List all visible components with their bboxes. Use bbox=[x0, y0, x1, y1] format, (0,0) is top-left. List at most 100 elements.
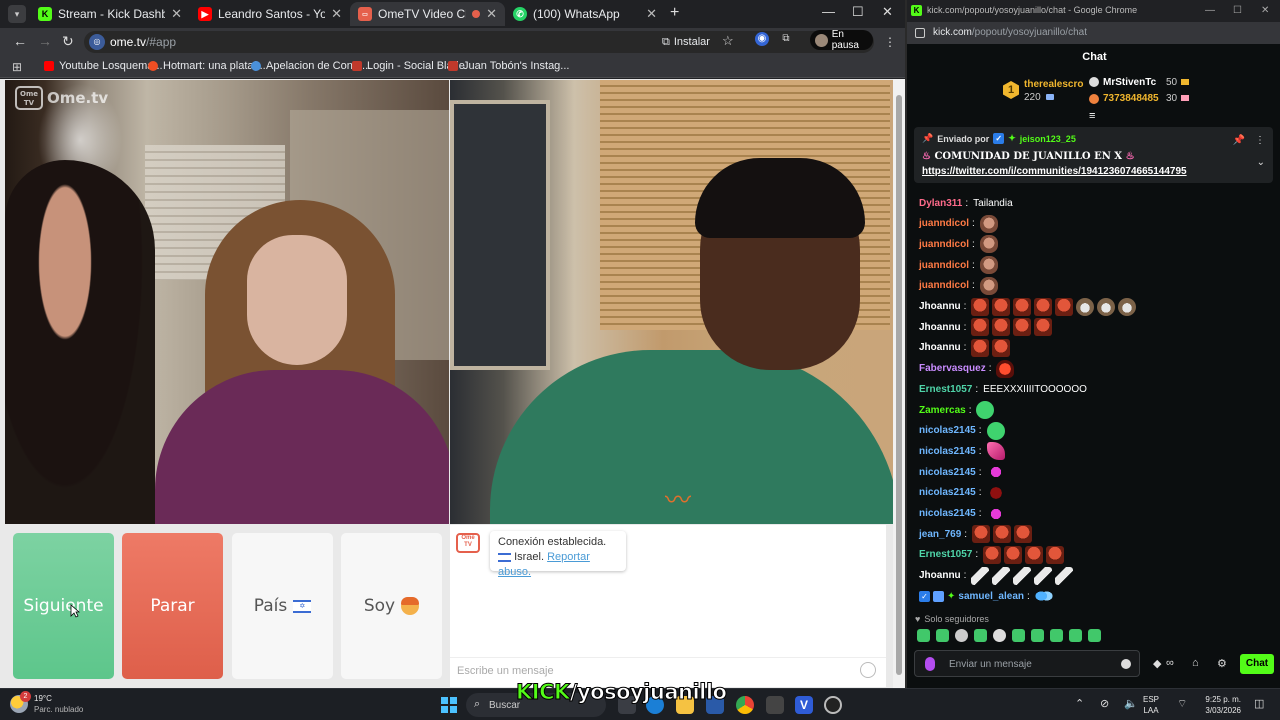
tab-youtube[interactable]: ▶ Leandro Santos - YouTube ✕ bbox=[190, 2, 350, 26]
reload-button[interactable]: ↻ bbox=[62, 33, 74, 50]
emoji-icon[interactable] bbox=[1121, 659, 1131, 669]
emote-red-icon[interactable] bbox=[971, 338, 990, 357]
emote-button[interactable] bbox=[1050, 629, 1063, 642]
emote-magenta-icon[interactable] bbox=[986, 463, 1005, 482]
chevron-down-icon[interactable]: ⌄ bbox=[1257, 157, 1265, 168]
maximize-button[interactable]: ☐ bbox=[1233, 5, 1242, 16]
wifi-icon[interactable]: ⌔ bbox=[1177, 697, 1187, 711]
emote-face-icon[interactable] bbox=[979, 214, 998, 233]
emote-pink-icon[interactable] bbox=[986, 442, 1005, 461]
close-window-button[interactable]: ✕ bbox=[1261, 5, 1269, 16]
emote-face-icon[interactable] bbox=[979, 276, 998, 295]
send-chat-button[interactable]: Chat bbox=[1240, 654, 1274, 674]
emote-red-icon[interactable] bbox=[1025, 545, 1044, 564]
chat-username[interactable]: samuel_alean bbox=[958, 591, 1024, 602]
emote-cat-icon[interactable] bbox=[1118, 297, 1137, 316]
emoji-icon[interactable] bbox=[860, 662, 876, 678]
close-icon[interactable]: ✕ bbox=[486, 6, 497, 22]
emote-feather-icon[interactable] bbox=[1013, 566, 1032, 585]
emote-red-icon[interactable] bbox=[1013, 297, 1032, 316]
chat-username[interactable]: juanndicol bbox=[919, 280, 969, 291]
chat-username[interactable]: Ernest1057 bbox=[919, 384, 972, 395]
network-icon[interactable]: ⊘ bbox=[1100, 697, 1109, 710]
emote-button[interactable] bbox=[974, 629, 987, 642]
notification-icon[interactable]: ◫ bbox=[1254, 697, 1264, 710]
weather-widget[interactable]: 2 19°C Parc. nublado bbox=[10, 691, 83, 715]
windows-start-icon[interactable] bbox=[441, 697, 457, 713]
profile-paused-button[interactable]: En pausa bbox=[810, 29, 873, 51]
chat-username[interactable]: nicolas2145 bbox=[919, 467, 976, 478]
emote-button[interactable] bbox=[1088, 629, 1101, 642]
emote-darkred-icon[interactable] bbox=[986, 483, 1005, 502]
country-button[interactable]: País ✡ bbox=[232, 533, 333, 679]
extensions-puzzle-icon[interactable]: ⧉ bbox=[779, 32, 793, 46]
emote-cat-icon[interactable] bbox=[1076, 297, 1095, 316]
chat-username[interactable]: nicolas2145 bbox=[919, 425, 976, 436]
stop-button[interactable]: Parar bbox=[122, 533, 223, 679]
chat-username[interactable]: juanndicol bbox=[919, 239, 969, 250]
chat-message-input[interactable]: Enviar un mensaje bbox=[914, 650, 1140, 677]
chat-username[interactable]: Dylan311 bbox=[919, 198, 962, 209]
emote-red-icon[interactable] bbox=[971, 297, 990, 316]
emote-red-icon[interactable] bbox=[983, 545, 1002, 564]
leader-name[interactable]: MrStivenTc bbox=[1103, 77, 1156, 88]
language-indicator[interactable]: ESP LAA bbox=[1143, 694, 1159, 716]
chat-username[interactable]: Jhoannu bbox=[919, 322, 961, 333]
infinity-icon[interactable]: ∞ bbox=[1166, 657, 1174, 669]
site-info-icon[interactable]: ◎ bbox=[89, 34, 105, 50]
address-bar[interactable]: kick.com/popout/yosoyjuanillo/chat bbox=[907, 22, 1280, 44]
page-scrollbar[interactable] bbox=[893, 79, 905, 688]
emote-mask-icon[interactable] bbox=[996, 359, 1015, 378]
emote-red-icon[interactable] bbox=[1004, 545, 1023, 564]
emote-red-icon[interactable] bbox=[1014, 525, 1033, 544]
taskbar-clock[interactable]: 9:25 p. m. 3/03/2026 bbox=[1203, 694, 1241, 716]
chat-username[interactable]: Ernest1057 bbox=[919, 549, 972, 560]
emote-cat-icon[interactable] bbox=[1097, 297, 1116, 316]
emote-feather-icon[interactable] bbox=[1034, 566, 1053, 585]
emote-red-icon[interactable] bbox=[1055, 297, 1074, 316]
chat-username[interactable]: juanndicol bbox=[919, 218, 969, 229]
next-button[interactable]: Siguiente bbox=[13, 533, 114, 679]
close-icon[interactable]: ✕ bbox=[171, 6, 182, 22]
emote-button[interactable] bbox=[917, 629, 930, 642]
chat-username[interactable]: nicolas2145 bbox=[919, 508, 976, 519]
browser-menu-icon[interactable]: ⋮ bbox=[884, 35, 896, 49]
minimize-button[interactable]: — bbox=[1205, 5, 1215, 16]
chat-username[interactable]: Jhoannu bbox=[919, 301, 961, 312]
emote-red-icon[interactable] bbox=[972, 525, 991, 544]
emote-feather-icon[interactable] bbox=[992, 566, 1011, 585]
tab-ometv[interactable]: ▭ OmeTV Video Chat — Ome ✕ bbox=[350, 2, 505, 26]
minimize-button[interactable]: — bbox=[822, 4, 835, 19]
maximize-button[interactable]: ☐ bbox=[852, 4, 864, 20]
back-button[interactable]: ← bbox=[13, 33, 27, 49]
emote-red-icon[interactable] bbox=[992, 338, 1011, 357]
emote-red-icon[interactable] bbox=[1013, 318, 1032, 337]
emote-red-icon[interactable] bbox=[993, 525, 1012, 544]
extension-icon[interactable]: ◉ bbox=[755, 32, 769, 46]
emote-button[interactable] bbox=[1012, 629, 1025, 642]
close-icon[interactable]: ✕ bbox=[331, 6, 342, 22]
emote-feather-icon[interactable] bbox=[1055, 566, 1074, 585]
emote-green-icon[interactable] bbox=[976, 401, 995, 419]
tray-chevron-icon[interactable]: ⌃ bbox=[1075, 697, 1084, 710]
emote-red-icon[interactable] bbox=[992, 318, 1011, 337]
emote-button[interactable] bbox=[936, 629, 949, 642]
store-icon[interactable]: ⌂ bbox=[1192, 657, 1199, 669]
bookmark-hotmart[interactable]: Hotmart: una plataf... bbox=[148, 60, 266, 72]
kick-points-icon[interactable]: ◆ bbox=[1153, 657, 1161, 670]
emote-button[interactable] bbox=[955, 629, 968, 642]
report-abuse-link[interactable]: Reportar abuso. bbox=[498, 551, 590, 578]
emote-red-icon[interactable] bbox=[1034, 297, 1053, 316]
emote-button[interactable] bbox=[1069, 629, 1082, 642]
emote-button[interactable] bbox=[993, 629, 1006, 642]
emote-feather-icon[interactable] bbox=[971, 566, 990, 585]
vpn-app-icon[interactable]: V bbox=[795, 696, 813, 714]
chat-username[interactable]: jean_769 bbox=[919, 529, 961, 540]
apps-grid-icon[interactable]: ⊞ bbox=[12, 60, 22, 74]
expand-handle-icon[interactable]: ≡ bbox=[1089, 110, 1095, 122]
tab-whatsapp[interactable]: ✆ (100) WhatsApp ✕ bbox=[505, 2, 665, 26]
chat-username[interactable]: Fabervasquez bbox=[919, 363, 986, 374]
site-info-icon[interactable] bbox=[915, 28, 925, 38]
close-icon[interactable]: ✕ bbox=[646, 6, 657, 22]
emote-red-icon[interactable] bbox=[971, 318, 990, 337]
